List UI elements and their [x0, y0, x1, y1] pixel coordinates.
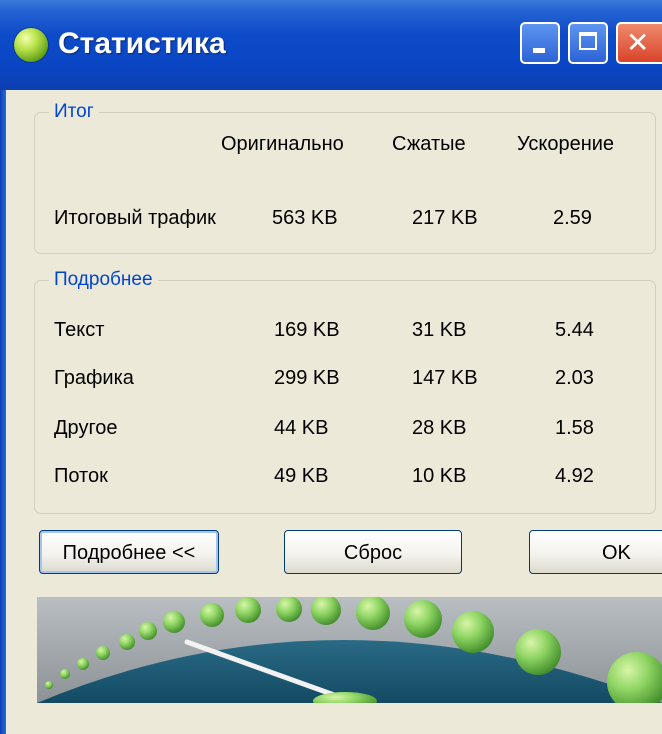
header-original: Оригинально: [221, 133, 344, 155]
total-speedup: 2.59: [553, 207, 592, 229]
gauge-dot: [139, 622, 157, 640]
detail-label: Поток: [54, 465, 108, 487]
window-border: [0, 90, 6, 734]
gauge-dot: [200, 603, 224, 627]
gauge-dot: [235, 597, 261, 623]
detail-label: Графика: [54, 367, 134, 389]
maximize-icon: [579, 32, 597, 50]
close-icon: ✕: [626, 27, 650, 58]
app-icon: [14, 28, 48, 62]
detail-compressed: 31 KB: [412, 319, 467, 341]
detail-speedup: 4.92: [555, 465, 594, 487]
header-compressed: Сжатые: [392, 133, 466, 155]
gauge-dot: [607, 652, 662, 703]
detail-label: Другое: [54, 417, 118, 439]
details-legend: Подробнее: [49, 267, 158, 293]
minimize-icon: [533, 48, 545, 53]
maximize-button[interactable]: [568, 22, 608, 64]
total-compressed: 217 KB: [412, 207, 478, 229]
total-original: 563 KB: [272, 207, 338, 229]
detail-original: 49 KB: [274, 465, 329, 487]
gauge-dot: [515, 629, 561, 675]
gauge-dot: [96, 646, 110, 660]
detail-compressed: 10 KB: [412, 465, 467, 487]
speed-gauge: [37, 597, 662, 703]
gauge-dot: [311, 597, 341, 625]
detail-original: 299 KB: [274, 367, 340, 389]
window-title: Статистика: [58, 27, 226, 60]
gauge-dot: [45, 681, 53, 689]
speed-gauge-graphic: [37, 597, 662, 703]
gauge-dot: [356, 597, 390, 630]
gauge-dot: [119, 634, 135, 650]
gauge-dot: [276, 597, 302, 622]
close-button[interactable]: ✕: [616, 22, 662, 64]
detail-speedup: 5.44: [555, 319, 594, 341]
ok-button[interactable]: OK: [529, 530, 662, 574]
detail-label: Текст: [54, 319, 105, 341]
detail-original: 169 KB: [274, 319, 340, 341]
summary-legend: Итог: [49, 99, 99, 125]
detail-compressed: 28 KB: [412, 417, 467, 439]
gauge-dot: [77, 658, 89, 670]
header-speedup: Ускорение: [517, 133, 615, 155]
details-toggle-button[interactable]: Подробнее <<: [39, 530, 219, 574]
total-label: Итоговый трафик: [54, 207, 216, 229]
detail-speedup: 1.58: [555, 417, 594, 439]
gauge-dot: [404, 600, 442, 638]
minimize-button[interactable]: [520, 22, 560, 64]
title-bar[interactable]: Статистика ✕: [0, 0, 662, 90]
detail-speedup: 2.03: [555, 367, 594, 389]
gauge-dot: [163, 611, 185, 633]
reset-button[interactable]: Сброс: [284, 530, 462, 574]
gauge-dot: [452, 611, 494, 653]
detail-original: 44 KB: [274, 417, 329, 439]
gauge-dot: [60, 669, 70, 679]
detail-compressed: 147 KB: [412, 367, 478, 389]
